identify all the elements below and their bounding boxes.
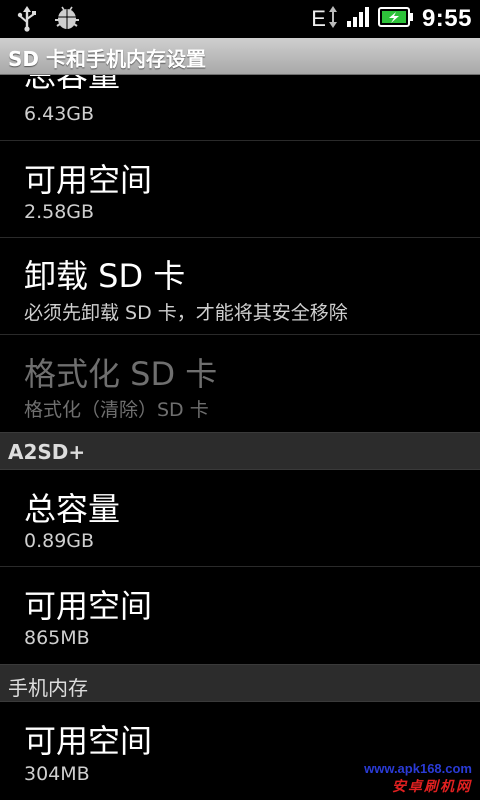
signal-icon	[346, 6, 370, 32]
list-item-title: 卸载 SD 卡	[24, 257, 186, 295]
format-sd-card-item: 格式化 SD 卡 格式化（清除）SD 卡	[0, 335, 480, 432]
list-item-summary: 0.89GB	[24, 530, 95, 552]
data-arrows-icon	[328, 4, 338, 34]
list-item-title: 总容量	[24, 490, 121, 528]
list-item-summary: 必须先卸载 SD 卡，才能将其安全移除	[24, 302, 348, 324]
section-header-a2sd: A2SD+	[0, 432, 480, 470]
list-item-title: 可用空间	[24, 722, 153, 760]
unmount-sd-card-item[interactable]: 卸载 SD 卡 必须先卸载 SD 卡，才能将其安全移除	[0, 238, 480, 335]
list-item-a2sd-available: 可用空间 865MB	[0, 567, 480, 664]
status-bar: E 9:55	[0, 0, 480, 38]
list-item-summary: 格式化（清除）SD 卡	[24, 399, 209, 421]
list-item-title: 可用空间	[24, 161, 153, 199]
usb-icon	[16, 6, 38, 36]
list-item-sd-available: 可用空间 2.58GB	[0, 141, 480, 238]
watermark-text: 安卓刷机网	[392, 779, 472, 795]
title-bar: SD 卡和手机内存设置	[0, 38, 480, 75]
list-item-summary: 304MB	[24, 763, 90, 785]
list-item-summary: 6.43GB	[24, 103, 95, 125]
list-item-a2sd-total: 总容量 0.89GB	[0, 470, 480, 567]
network-type-indicator: E	[311, 6, 326, 31]
page-title: SD 卡和手机内存设置	[8, 47, 206, 71]
list-item-summary: 2.58GB	[24, 201, 95, 223]
list-item-title: 总容量	[24, 75, 121, 94]
section-title: A2SD+	[8, 440, 86, 464]
list-item-summary: 865MB	[24, 627, 90, 649]
clock-time: 9:55	[421, 5, 472, 32]
watermark-url: www.apk168.com	[364, 761, 472, 776]
watermark: www.apk168.com 安卓刷机网	[364, 761, 472, 796]
list-item-sd-total: 总容量 6.43GB	[0, 75, 480, 141]
settings-list[interactable]: 总容量 6.43GB 可用空间 2.58GB 卸载 SD 卡 必须先卸载 SD …	[0, 75, 480, 800]
section-title: 手机内存	[8, 676, 88, 700]
battery-charging-icon	[377, 6, 414, 32]
section-header-phone-storage: 手机内存	[0, 664, 480, 702]
list-item-title: 格式化 SD 卡	[24, 355, 218, 393]
list-item-title: 可用空间	[24, 587, 153, 625]
android-debug-icon	[54, 6, 80, 36]
